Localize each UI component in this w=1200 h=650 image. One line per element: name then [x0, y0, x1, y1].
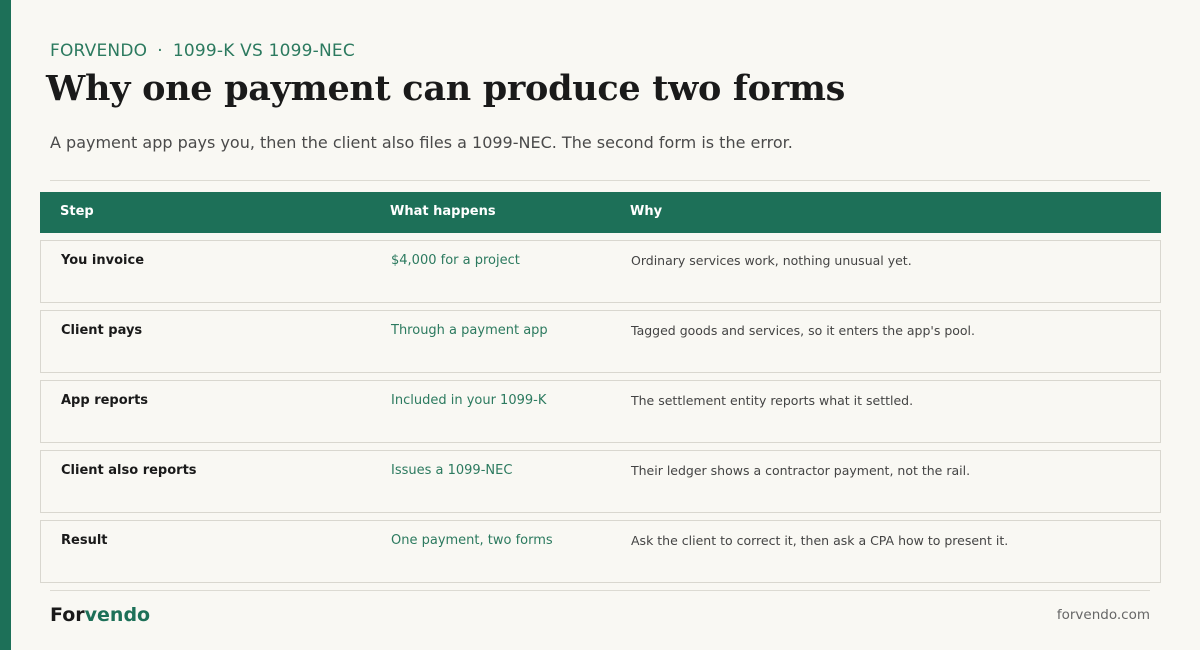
row-step: App reports: [61, 393, 149, 408]
row-why: The settlement entity reports what it se…: [631, 393, 914, 408]
row-what: $4,000 for a project: [391, 253, 520, 268]
footer-site-url: forvendo.com: [1056, 607, 1150, 623]
bottom-divider: [50, 590, 1150, 591]
table-row: App reports Included in your 1099-K The …: [40, 380, 1161, 443]
row-what: Issues a 1099-NEC: [391, 463, 513, 478]
table-row: You invoice $4,000 for a project Ordinar…: [40, 240, 1161, 303]
page-title: Why one payment can produce two forms: [46, 68, 845, 109]
row-step: You invoice: [61, 253, 145, 268]
row-what: Through a payment app: [391, 323, 548, 338]
table-header: Step What happens Why: [40, 192, 1161, 233]
row-why: Ordinary services work, nothing unusual …: [631, 253, 912, 268]
footer-logo: Forvendo: [50, 604, 150, 626]
table-row: Client also reports Issues a 1099-NEC Th…: [40, 450, 1161, 513]
row-what: One payment, two forms: [391, 533, 553, 548]
eyebrow-separator: ·: [157, 41, 163, 61]
eyebrow-brand: FORVENDO: [50, 41, 148, 61]
header-why: Why: [630, 204, 663, 219]
footer-logo-part1: For: [50, 604, 85, 626]
row-why: Tagged goods and services, so it enters …: [631, 323, 975, 338]
eyebrow: FORVENDO · 1099-K VS 1099-NEC: [50, 41, 355, 61]
footer-logo-part2: vendo: [84, 604, 151, 626]
accent-side-bar: [0, 0, 11, 650]
row-why: Ask the client to correct it, then ask a…: [631, 533, 1009, 548]
row-step: Client pays: [61, 323, 143, 338]
top-divider: [50, 180, 1150, 181]
row-why: Their ledger shows a contractor payment,…: [631, 463, 971, 478]
table-row: Result One payment, two forms Ask the cl…: [40, 520, 1161, 583]
page-subtitle: A payment app pays you, then the client …: [50, 133, 793, 152]
row-step: Result: [61, 533, 108, 548]
table-row: Client pays Through a payment app Tagged…: [40, 310, 1161, 373]
header-what-happens: What happens: [390, 204, 496, 219]
header-step: Step: [60, 204, 94, 219]
row-step: Client also reports: [61, 463, 197, 478]
eyebrow-topic: 1099-K VS 1099-NEC: [172, 41, 355, 61]
row-what: Included in your 1099-K: [391, 393, 547, 408]
